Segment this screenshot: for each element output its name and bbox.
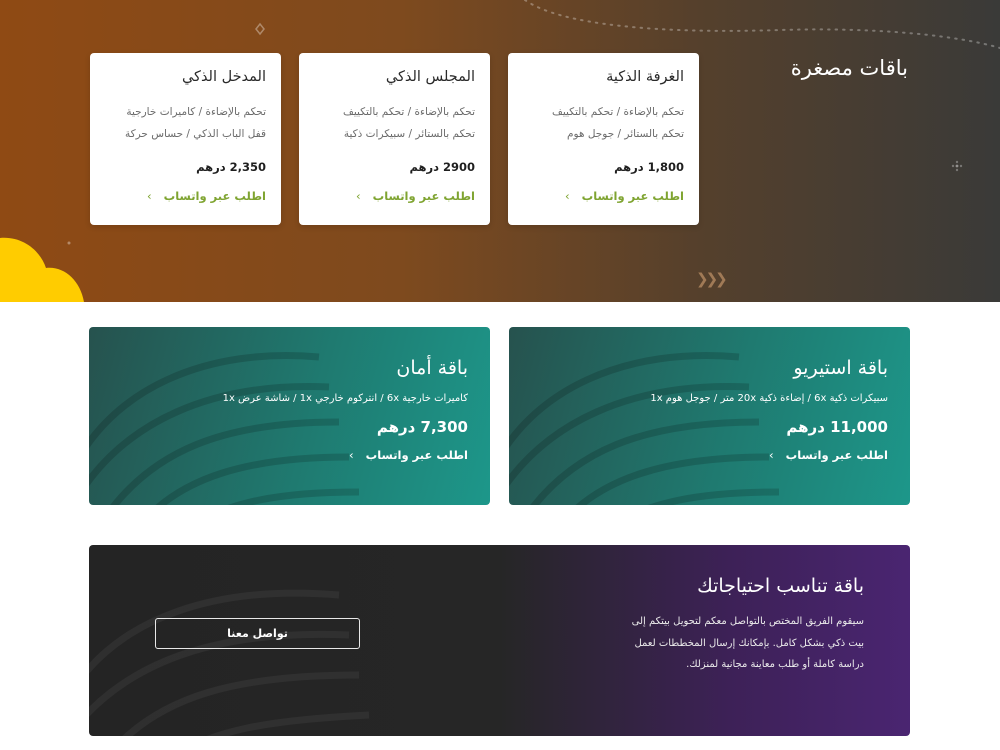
package-card-smart-entrance: المدخل الذكي تحكم بالإضاءة / كاميرات خار… [90, 53, 281, 225]
order-whatsapp-link[interactable]: اطلب عبر واتساب › [111, 448, 468, 462]
chevron-left-icon: › [565, 189, 570, 203]
cta-label: اطلب عبر واتساب [372, 189, 475, 203]
order-whatsapp-link[interactable]: اطلب عبر واتساب › [523, 189, 684, 203]
package-card-smart-room: الغرفة الذكية تحكم بالإضاءة / تحكم بالتك… [508, 53, 699, 225]
package-description: سبيكرات ذكية 6x / إضاءة ذكية 20x متر / ج… [650, 393, 888, 404]
package-feature-line: تحكم بالإضاءة / كاميرات خارجية [126, 106, 266, 118]
banner-description: سيقوم الفريق المختص بالتواصل معكم لتحويل… [631, 616, 864, 670]
cta-label: اطلب عبر واتساب [365, 448, 468, 462]
package-feature-line: قفل الباب الذكي / حساس حركة [124, 128, 266, 140]
package-title: باقة استيريو [793, 357, 888, 379]
package-card-security: باقة أمان كاميرات خارجية 6x / انتركوم خا… [89, 327, 490, 505]
section-title: باقات مصغرة [790, 56, 908, 80]
package-price: 11,000 درهم [786, 418, 888, 436]
package-feature-line: تحكم بالإضاءة / تحكم بالتكييف [551, 106, 684, 118]
contact-us-button[interactable]: تواصل معنا [155, 618, 360, 649]
package-description: كاميرات خارجية 6x / انتركوم خارجي 1x / ش… [222, 393, 468, 404]
order-whatsapp-link[interactable]: اطلب عبر واتساب › [531, 448, 888, 462]
banner-title: باقة تناسب احتياجاتك [697, 575, 864, 597]
chevron-left-icon: › [349, 448, 354, 462]
order-whatsapp-link[interactable]: اطلب عبر واتساب › [105, 189, 266, 203]
package-price: 7,300 درهم [376, 418, 468, 436]
package-feature-line: تحكم بالإضاءة / تحكم بالتكييف [342, 106, 475, 118]
package-price: 2,350 درهم [196, 160, 266, 174]
package-title: باقة أمان [396, 357, 468, 379]
hero-section: باقات مصغرة ❯❯❯ الغرفة الذكية تحكم بالإض… [0, 0, 1000, 302]
custom-package-banner: تواصل معنا باقة تناسب احتياجاتك سيقوم ال… [89, 545, 910, 736]
package-title: المدخل الذكي [181, 69, 266, 85]
package-feature-line: تحكم بالستائر / سبيكرات ذكية [343, 128, 475, 140]
package-price: 1,800 درهم [614, 160, 684, 174]
package-title: الغرفة الذكية [606, 69, 684, 85]
scroll-chevrons-icon[interactable]: ❯❯❯ [696, 270, 728, 288]
chevron-left-icon: › [356, 189, 361, 203]
cta-label: اطلب عبر واتساب [163, 189, 266, 203]
package-card-smart-majlis: المجلس الذكي تحكم بالإضاءة / تحكم بالتكي… [299, 53, 490, 225]
cta-label: اطلب عبر واتساب [581, 189, 684, 203]
package-feature-line: تحكم بالستائر / جوجل هوم [567, 128, 684, 140]
chevron-left-icon: › [769, 448, 774, 462]
package-title: المجلس الذكي [385, 69, 475, 85]
package-price: 2900 درهم [409, 160, 475, 174]
yellow-cloud-blob [0, 237, 84, 302]
package-card-stereo: باقة استيريو سبيكرات ذكية 6x / إضاءة ذكي… [509, 327, 910, 505]
order-whatsapp-link[interactable]: اطلب عبر واتساب › [314, 189, 475, 203]
cta-label: اطلب عبر واتساب [785, 448, 888, 462]
chevron-left-icon: › [147, 189, 152, 203]
